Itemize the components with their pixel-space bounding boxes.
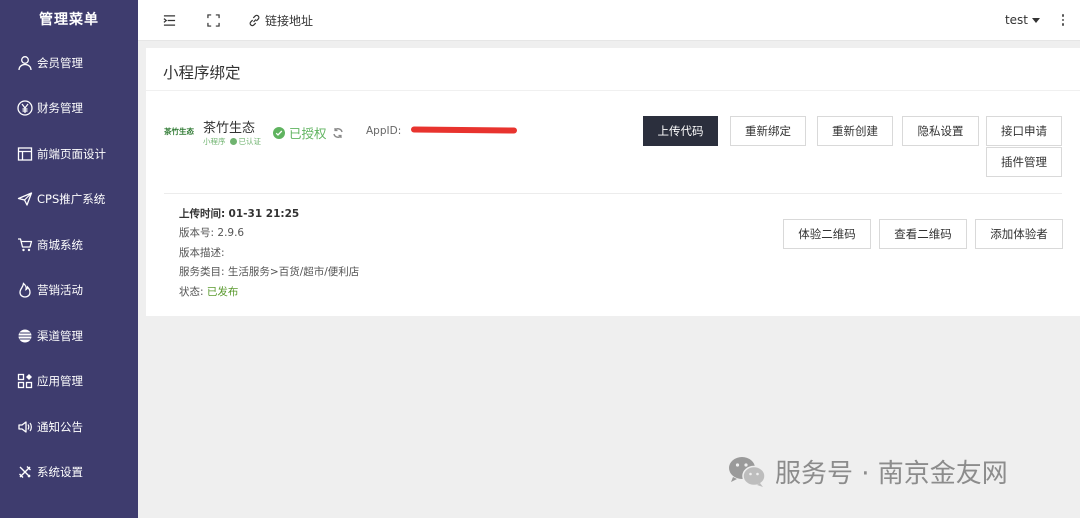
upload-time-label: 上传时间:	[179, 208, 226, 220]
sidebar-title: 管理菜单	[39, 12, 99, 28]
sidebar-item-label: 会员管理	[37, 55, 83, 70]
upload-time-value: 01-31 21:25	[228, 208, 300, 220]
page-title: 小程序绑定	[163, 64, 241, 82]
version-value: 2.9.6	[217, 227, 245, 239]
auth-status-label: 已授权	[289, 126, 327, 141]
check-circle-icon	[273, 126, 285, 139]
caret-down-icon	[1032, 17, 1040, 23]
fullscreen-icon[interactable]	[204, 0, 222, 41]
sidebar-item-label: 前端页面设计	[37, 146, 106, 161]
api-apply-button[interactable]: 接口申请	[986, 116, 1062, 146]
version-row: 版本号: 2.9.6	[179, 225, 244, 240]
status-value: 已发布	[206, 286, 239, 298]
sidebar-item-label: 系统设置	[37, 465, 83, 480]
tools-icon	[16, 464, 33, 481]
category-label: 服务类目:	[179, 266, 225, 278]
globe-icon	[16, 327, 33, 344]
cart-icon	[16, 236, 33, 253]
upload-time-row: 上传时间: 01-31 21:25	[179, 206, 299, 221]
sidebar-item-frontend-design[interactable]: 前端页面设计	[0, 131, 138, 177]
version-label: 版本号:	[179, 227, 215, 239]
auth-status: 已授权	[273, 123, 344, 142]
top-header: 链接地址 test	[138, 0, 1080, 41]
watermark: 服务号 · 南京金友网	[727, 453, 1008, 490]
sidebar-item-label: 商城系统	[37, 237, 83, 252]
user-menu[interactable]: test	[1005, 13, 1040, 27]
category-row: 服务类目: 生活服务>百货/超市/便利店	[179, 264, 359, 279]
sidebar-item-finance[interactable]: 财务管理	[0, 86, 138, 132]
link-icon	[249, 14, 260, 26]
wechat-icon	[729, 456, 766, 487]
sidebar-item-channels[interactable]: 渠道管理	[0, 313, 138, 359]
trial-qrcode-button[interactable]: 体验二维码	[783, 219, 871, 249]
category-value: 生活服务>百货/超市/便利店	[227, 266, 360, 278]
watermark-text: 服务号 · 南京金友网	[775, 459, 1008, 489]
apps-icon	[16, 373, 33, 390]
recreate-button[interactable]: 重新创建	[817, 116, 893, 146]
status-row: 状态: 已发布	[179, 284, 238, 299]
appid-label: AppID:	[366, 125, 402, 137]
user-icon	[16, 54, 33, 71]
app-name: 茶竹生态	[203, 121, 256, 136]
app-type: 小程序	[203, 137, 226, 146]
divider	[146, 90, 1080, 91]
add-tester-button[interactable]: 添加体验者	[975, 219, 1063, 249]
yen-icon	[16, 100, 33, 117]
sidebar-item-label: 渠道管理	[37, 328, 83, 343]
sidebar-item-label: CPS推广系统	[37, 192, 106, 207]
sidebar-item-label: 财务管理	[37, 101, 83, 116]
plugin-manage-button[interactable]: 插件管理	[986, 147, 1062, 177]
rebind-button[interactable]: 重新绑定	[730, 116, 806, 146]
description-row: 版本描述:	[179, 245, 225, 260]
upload-code-button[interactable]: 上传代码	[643, 116, 718, 146]
verified-label: 已认证	[238, 137, 262, 146]
view-qrcode-button[interactable]: 查看二维码	[879, 219, 967, 249]
username: test	[1004, 13, 1028, 27]
sidebar-item-settings[interactable]: 系统设置	[0, 450, 138, 496]
app-meta: 小程序 已认证	[203, 136, 261, 147]
link-address-label: 链接地址	[265, 13, 314, 28]
sidebar-item-label: 通知公告	[37, 419, 83, 434]
sidebar-item-label: 应用管理	[37, 374, 83, 389]
verified-icon	[229, 138, 237, 145]
menu-toggle-icon[interactable]	[160, 0, 178, 41]
privacy-settings-button[interactable]: 隐私设置	[902, 116, 979, 146]
sidebar-item-mall[interactable]: 商城系统	[0, 222, 138, 268]
more-vertical-icon[interactable]	[1060, 14, 1066, 26]
divider	[164, 193, 1062, 194]
redaction-mark	[410, 126, 518, 134]
miniprogram-card: 小程序绑定 茶竹生态 茶竹生态 小程序 已认证 已授权 AppID: 上传代码 …	[146, 48, 1080, 316]
sidebar-item-marketing[interactable]: 营销活动	[0, 268, 138, 314]
status-label: 状态:	[179, 286, 204, 298]
send-icon	[16, 191, 33, 208]
sidebar-item-members[interactable]: 会员管理	[0, 40, 138, 86]
sidebar-item-cps[interactable]: CPS推广系统	[0, 177, 138, 223]
sidebar-item-notices[interactable]: 通知公告	[0, 404, 138, 450]
description-label: 版本描述:	[179, 247, 225, 259]
fire-icon	[16, 282, 33, 299]
speaker-icon	[16, 418, 33, 435]
link-address-button[interactable]: 链接地址	[248, 0, 313, 41]
sidebar-item-label: 营销活动	[37, 283, 83, 298]
sidebar: 管理菜单 会员管理 财务管理 前端页面设计 CPS推广系统 商城系统 营销活动	[0, 0, 138, 518]
layout-icon	[16, 145, 33, 162]
refresh-icon[interactable]	[332, 127, 344, 139]
sidebar-item-apps[interactable]: 应用管理	[0, 359, 138, 405]
app-logo: 茶竹生态	[164, 127, 194, 136]
